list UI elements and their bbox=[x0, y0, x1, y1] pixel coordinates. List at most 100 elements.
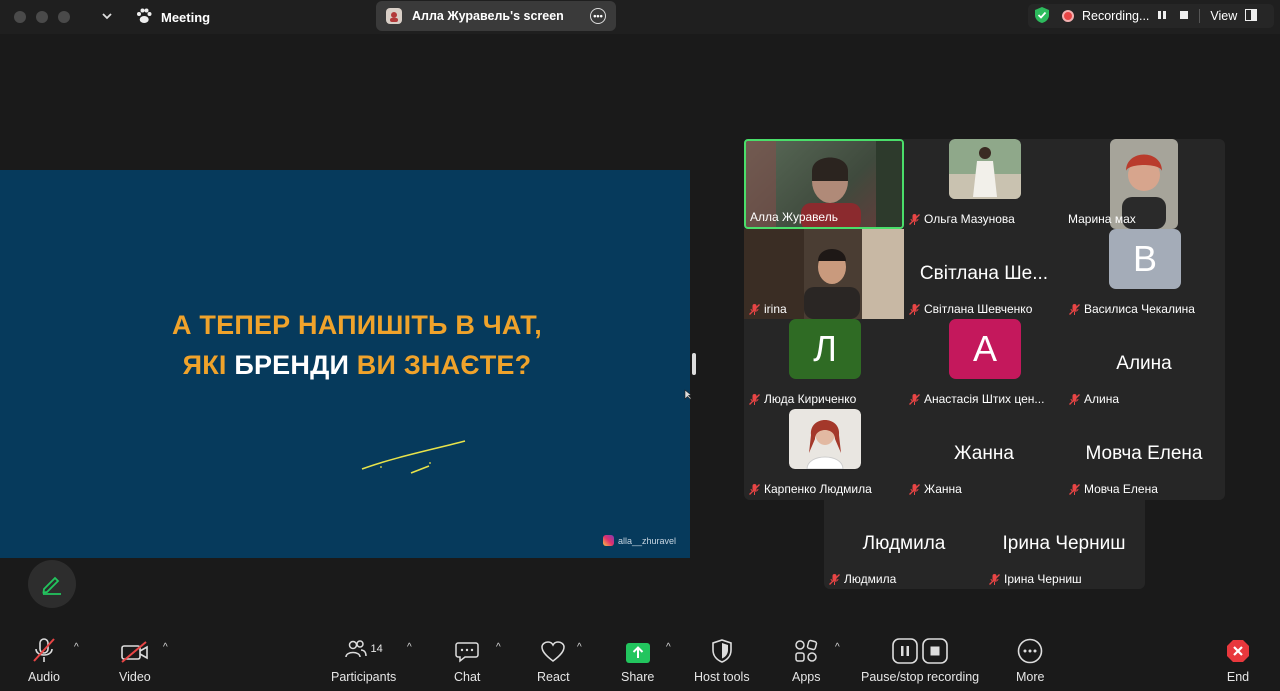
apps-label: Apps bbox=[792, 670, 821, 684]
end-call-icon bbox=[1227, 640, 1249, 662]
avatar: В bbox=[1109, 229, 1181, 289]
more-options-icon[interactable]: ••• bbox=[590, 8, 606, 24]
participant-tile[interactable]: Ірина Черниш Ірина Черниш bbox=[984, 499, 1144, 589]
participants-button[interactable]: 14 Participants bbox=[331, 634, 396, 684]
participant-tile[interactable]: Л Люда Кириченко bbox=[744, 319, 904, 409]
handle-text: alla__zhuravel bbox=[618, 535, 677, 546]
chat-icon bbox=[455, 642, 479, 663]
participant-tile[interactable]: Марина мах bbox=[1064, 139, 1224, 229]
share-screen-icon bbox=[625, 643, 650, 663]
video-off-icon bbox=[121, 641, 148, 663]
participants-icon bbox=[344, 640, 367, 658]
video-options-caret[interactable]: ^ bbox=[163, 642, 168, 653]
participant-tile[interactable]: Мовча Елена Мовча Елена bbox=[1064, 409, 1224, 499]
react-label: React bbox=[537, 670, 570, 684]
cursor-icon bbox=[684, 389, 692, 401]
participant-tile[interactable]: Світлана Ше... Світлана Шевченко bbox=[904, 229, 1064, 319]
participant-name: irina bbox=[748, 302, 787, 316]
share-button[interactable]: Share bbox=[621, 634, 654, 684]
mic-muted-icon bbox=[749, 393, 760, 405]
video-button[interactable]: Video bbox=[119, 634, 151, 684]
mic-off-icon bbox=[33, 638, 55, 662]
mic-muted-icon bbox=[1069, 483, 1080, 495]
more-icon bbox=[1017, 638, 1043, 664]
minimize-window-button[interactable] bbox=[36, 11, 48, 23]
participant-name: Карпенко Людмила bbox=[748, 482, 872, 496]
meeting-menu[interactable]: Meeting bbox=[135, 7, 210, 28]
mic-muted-icon bbox=[749, 483, 760, 495]
mic-muted-icon bbox=[909, 483, 920, 495]
apps-options-caret[interactable]: ^ bbox=[835, 642, 840, 653]
chevron-down-icon[interactable] bbox=[100, 8, 114, 24]
sharer-avatar bbox=[386, 8, 402, 24]
participant-tile[interactable]: А Анастасія Штих цен... bbox=[904, 319, 1064, 409]
meeting-title: Meeting bbox=[161, 10, 211, 25]
host-tools-button[interactable]: Host tools bbox=[694, 634, 750, 684]
mic-muted-icon bbox=[909, 393, 920, 405]
host-tools-label: Host tools bbox=[694, 670, 750, 684]
instagram-icon bbox=[603, 535, 614, 546]
mic-muted-icon bbox=[749, 303, 760, 315]
participants-options-caret[interactable]: ^ bbox=[407, 642, 412, 653]
pause-icon[interactable] bbox=[1157, 9, 1167, 23]
chat-options-caret[interactable]: ^ bbox=[496, 642, 501, 653]
stop-icon bbox=[922, 638, 948, 664]
participant-tile[interactable]: Людмила Людмила bbox=[824, 499, 984, 589]
react-options-caret[interactable]: ^ bbox=[577, 642, 582, 653]
participant-name: Мовча Елена bbox=[1068, 482, 1158, 496]
view-button[interactable]: View bbox=[1210, 9, 1237, 23]
view-icon[interactable] bbox=[1245, 8, 1258, 24]
pause-stop-recording-button[interactable]: Pause/stop recording bbox=[861, 634, 979, 684]
title-bar: Meeting Алла Журавель's screen ••• Recor… bbox=[0, 0, 1280, 34]
participant-tile[interactable]: Алла Журавель bbox=[744, 139, 904, 229]
recording-dot-icon bbox=[1062, 10, 1074, 22]
avatar: Л bbox=[789, 319, 861, 379]
annotate-button[interactable] bbox=[28, 560, 76, 608]
participant-name: Ольга Мазунова bbox=[908, 212, 1015, 226]
close-window-button[interactable] bbox=[14, 11, 26, 23]
more-label: More bbox=[1016, 670, 1045, 684]
participant-display-name: Світлана Ше... bbox=[919, 263, 1049, 284]
mic-muted-icon bbox=[909, 303, 920, 315]
react-button[interactable]: React bbox=[537, 634, 570, 684]
zoom-window-button[interactable] bbox=[58, 11, 70, 23]
mic-muted-icon bbox=[909, 213, 920, 225]
stop-icon[interactable] bbox=[1179, 9, 1189, 23]
participant-gallery-overflow: Людмила Людмила Ірина Черниш Ірина Черни… bbox=[824, 499, 1145, 589]
apps-button[interactable]: Apps bbox=[792, 634, 821, 684]
audio-label: Audio bbox=[28, 670, 60, 684]
participant-tile[interactable]: Карпенко Людмила bbox=[744, 409, 904, 499]
participant-tile[interactable]: irina bbox=[744, 229, 904, 319]
participant-name: Алла Журавель bbox=[750, 210, 838, 224]
mic-muted-icon bbox=[1069, 303, 1080, 315]
resize-handle[interactable] bbox=[692, 353, 696, 375]
participant-tile[interactable]: Жанна Жанна bbox=[904, 409, 1064, 499]
paw-icon bbox=[135, 7, 153, 28]
screen-share-indicator[interactable]: Алла Журавель's screen ••• bbox=[376, 1, 616, 31]
audio-button[interactable]: Audio bbox=[28, 634, 60, 684]
participant-name: Ірина Черниш bbox=[988, 572, 1082, 586]
recording-label: Recording... bbox=[1082, 9, 1150, 23]
participant-display-name: Людмила bbox=[862, 533, 946, 554]
audio-options-caret[interactable]: ^ bbox=[74, 642, 79, 653]
avatar: А bbox=[949, 319, 1021, 379]
meeting-toolbar: Audio ^ Video ^ 14 Participants ^ Chat ^… bbox=[0, 620, 1280, 691]
end-button[interactable]: End bbox=[1225, 634, 1251, 684]
participant-display-name: Мовча Елена bbox=[1085, 443, 1203, 464]
participants-label: Participants bbox=[331, 670, 397, 684]
more-button[interactable]: More bbox=[1016, 634, 1044, 684]
chat-label: Chat bbox=[454, 670, 481, 684]
slide-text-part: ВИ ЗНАЄТЕ? bbox=[349, 350, 532, 380]
video-label: Video bbox=[119, 670, 151, 684]
participant-name: Жанна bbox=[908, 482, 962, 496]
pencil-icon bbox=[42, 576, 61, 595]
participant-tile[interactable]: Ольга Мазунова bbox=[904, 139, 1064, 229]
participant-tile[interactable]: В Василиса Чекалина bbox=[1064, 229, 1224, 319]
share-options-caret[interactable]: ^ bbox=[666, 642, 671, 653]
mic-muted-icon bbox=[1069, 393, 1080, 405]
chat-button[interactable]: Chat bbox=[454, 634, 480, 684]
shield-check-icon[interactable] bbox=[1034, 6, 1050, 27]
participant-display-name: Ірина Черниш bbox=[1002, 533, 1126, 554]
participant-name: Алина bbox=[1068, 392, 1119, 406]
participant-tile[interactable]: Алина Алина bbox=[1064, 319, 1224, 409]
